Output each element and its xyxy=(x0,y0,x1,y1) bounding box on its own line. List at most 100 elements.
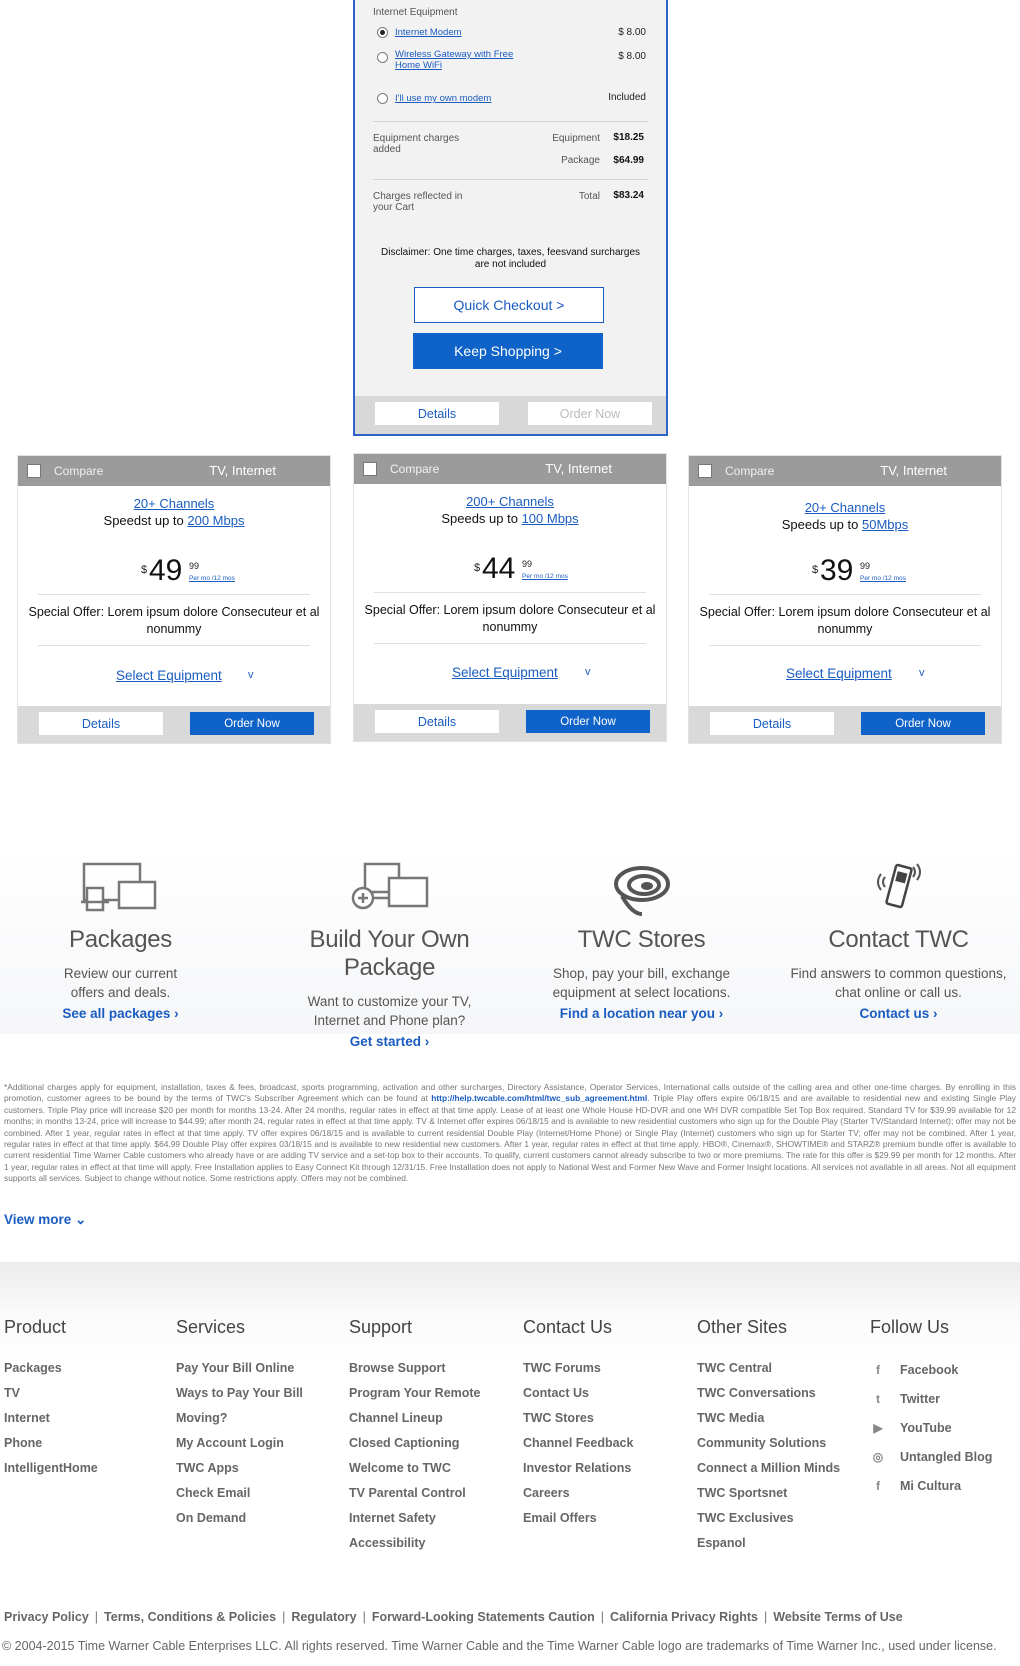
find-location-link[interactable]: Find a location near you › xyxy=(560,1006,724,1021)
footer-link[interactable]: Program Your Remote xyxy=(349,1381,481,1406)
forward-looking-link[interactable]: Forward-Looking Statements Caution xyxy=(372,1610,595,1624)
speed-link[interactable]: 200 Mbps xyxy=(187,513,244,528)
details-button[interactable]: Details xyxy=(375,710,499,733)
footer-link[interactable]: TV Parental Control xyxy=(349,1481,481,1506)
footer-column-other-sites: Other Sites TWC Central TWC Conversation… xyxy=(697,1317,840,1556)
order-now-button[interactable]: Order Now xyxy=(526,710,650,733)
subscriber-agreement-link[interactable]: http://help.twcable.com/html/twc_sub_agr… xyxy=(431,1093,647,1103)
price-period[interactable]: Per mo /12 mos xyxy=(189,575,235,582)
price-period[interactable]: Per mo /12 mos xyxy=(860,575,906,582)
chevron-down-icon[interactable]: v xyxy=(585,666,591,678)
terms-link[interactable]: Terms, Conditions & Policies xyxy=(104,1610,276,1624)
quick-checkout-button[interactable]: Quick Checkout > xyxy=(414,287,604,323)
footer-link[interactable]: Channel Feedback xyxy=(523,1431,633,1456)
option-internet-modem[interactable]: Internet Modem xyxy=(395,27,462,38)
footer-link[interactable]: TV xyxy=(4,1381,98,1406)
select-equipment-link[interactable]: Select Equipment xyxy=(786,666,892,681)
view-more-link[interactable]: View more ⌄ xyxy=(4,1212,86,1228)
channels-link[interactable]: 20+ Channels xyxy=(134,496,215,511)
footer-link[interactable]: Closed Captioning xyxy=(349,1431,481,1456)
footer-link[interactable]: Accessibility xyxy=(349,1531,481,1556)
footer-link[interactable]: My Account Login xyxy=(176,1431,303,1456)
footer-link[interactable]: IntelligentHome xyxy=(4,1456,98,1481)
promo-title: Packages xyxy=(69,926,172,953)
footer-link[interactable]: TWC Conversations xyxy=(697,1381,840,1406)
footer-link[interactable]: Phone xyxy=(4,1431,98,1456)
twitter-link[interactable]: t Twitter xyxy=(870,1385,992,1414)
copyright: © 2004-2015 Time Warner Cable Enterprise… xyxy=(2,1639,997,1653)
footer-link[interactable]: Careers xyxy=(523,1481,633,1506)
footer-link[interactable]: Community Solutions xyxy=(697,1431,840,1456)
divider xyxy=(709,594,981,595)
compare-checkbox[interactable] xyxy=(363,462,377,476)
footer-link[interactable]: Internet xyxy=(4,1406,98,1431)
option-own-modem[interactable]: I'll use my own modem xyxy=(395,93,491,104)
select-equipment-link[interactable]: Select Equipment xyxy=(116,668,222,683)
footer-link[interactable]: TWC Stores xyxy=(523,1406,633,1431)
order-now-button[interactable]: Order Now xyxy=(861,712,985,735)
footer-link[interactable]: TWC Central xyxy=(697,1356,840,1381)
option-wireless-gateway-line2[interactable]: Home WiFi xyxy=(395,60,442,71)
footer-column-product: Product Packages TV Internet Phone Intel… xyxy=(4,1317,98,1481)
privacy-policy-link[interactable]: Privacy Policy xyxy=(4,1610,89,1624)
radio-internet-modem[interactable] xyxy=(377,27,388,38)
footer-link[interactable]: Welcome to TWC xyxy=(349,1456,481,1481)
footer-link[interactable]: Espanol xyxy=(697,1531,840,1556)
footer-heading: Product xyxy=(4,1317,67,1337)
footer-link[interactable]: TWC Sportsnet xyxy=(697,1481,840,1506)
regulatory-link[interactable]: Regulatory xyxy=(291,1610,356,1624)
footer-link[interactable]: Ways to Pay Your Bill xyxy=(176,1381,303,1406)
footer-link[interactable]: Packages xyxy=(4,1356,98,1381)
chevron-down-icon[interactable]: v xyxy=(919,667,925,679)
select-equipment-link[interactable]: Select Equipment xyxy=(452,665,558,680)
footer-link[interactable]: TWC Exclusives xyxy=(697,1506,840,1531)
footer-link[interactable]: TWC Apps xyxy=(176,1456,303,1481)
compare-checkbox[interactable] xyxy=(698,464,712,478)
footer-link[interactable]: On Demand xyxy=(176,1506,303,1531)
details-button[interactable]: Details xyxy=(710,712,834,735)
order-now-button-disabled[interactable]: Order Now xyxy=(528,402,652,425)
get-started-link[interactable]: Get started › xyxy=(350,1034,430,1049)
footer-link[interactable]: Check Email xyxy=(176,1481,303,1506)
radio-wireless-gateway[interactable] xyxy=(377,52,388,63)
footer-column-contact: Contact Us TWC Forums Contact Us TWC Sto… xyxy=(523,1317,633,1531)
blog-icon: ◎ xyxy=(872,1450,884,1464)
footer-link[interactable]: Investor Relations xyxy=(523,1456,633,1481)
radio-own-modem[interactable] xyxy=(377,93,388,104)
footer-link[interactable]: Pay Your Bill Online xyxy=(176,1356,303,1381)
california-privacy-link[interactable]: California Privacy Rights xyxy=(610,1610,758,1624)
promo-title: Build Your Own Package xyxy=(309,926,470,981)
channels-link[interactable]: 20+ Channels xyxy=(805,500,886,515)
see-all-packages-link[interactable]: See all packages › xyxy=(62,1006,178,1021)
details-button[interactable]: Details xyxy=(375,402,499,425)
footer-link[interactable]: TWC Forums xyxy=(523,1356,633,1381)
option-wireless-gateway[interactable]: Wireless Gateway with Free xyxy=(395,49,513,60)
footer-link[interactable]: Contact Us xyxy=(523,1381,633,1406)
speed-link[interactable]: 50Mbps xyxy=(862,517,908,532)
micultura-link[interactable]: f Mi Cultura xyxy=(870,1472,992,1501)
keep-shopping-button[interactable]: Keep Shopping > xyxy=(413,333,603,369)
chevron-down-icon[interactable]: v xyxy=(248,669,254,681)
order-now-button[interactable]: Order Now xyxy=(190,712,314,735)
youtube-link[interactable]: ▶ YouTube xyxy=(870,1414,992,1443)
footer-link[interactable]: Moving? xyxy=(176,1406,303,1431)
footer-column-support: Support Browse Support Program Your Remo… xyxy=(349,1317,481,1556)
channels-link[interactable]: 200+ Channels xyxy=(466,494,554,509)
details-button[interactable]: Details xyxy=(39,712,163,735)
speed-link[interactable]: 100 Mbps xyxy=(522,511,579,526)
footer-link[interactable]: Connect a Million Minds xyxy=(697,1456,840,1481)
promo-title: TWC Stores xyxy=(577,926,706,953)
footer-link[interactable]: Channel Lineup xyxy=(349,1406,481,1431)
compare-checkbox[interactable] xyxy=(27,464,41,478)
total-value: $83.24 xyxy=(613,190,644,201)
footer-link[interactable]: TWC Media xyxy=(697,1406,840,1431)
footer-link[interactable]: Browse Support xyxy=(349,1356,481,1381)
price-period[interactable]: Per mo /12 mos xyxy=(522,573,568,580)
social-label: Facebook xyxy=(900,1363,959,1377)
contact-us-link[interactable]: Contact us › xyxy=(859,1006,937,1021)
blog-link[interactable]: ◎ Untangled Blog xyxy=(870,1443,993,1472)
footer-link[interactable]: Email Offers xyxy=(523,1506,633,1531)
footer-link[interactable]: Internet Safety xyxy=(349,1506,481,1531)
facebook-link[interactable]: f Facebook xyxy=(870,1356,992,1385)
website-terms-link[interactable]: Website Terms of Use xyxy=(773,1610,902,1624)
